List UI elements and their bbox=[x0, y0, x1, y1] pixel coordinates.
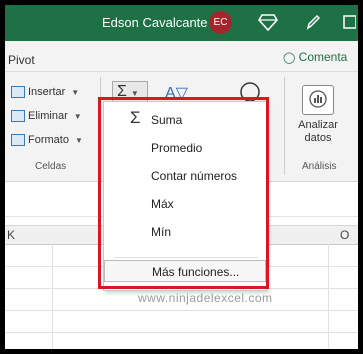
account-name[interactable]: Edson Cavalcante bbox=[102, 15, 208, 30]
comment-icon: ◯ bbox=[283, 52, 296, 64]
row-gridline bbox=[5, 332, 358, 333]
column-gridline bbox=[328, 244, 329, 349]
delete-cells-button[interactable]: Eliminar ▼ bbox=[11, 110, 82, 123]
menu-item-label: Más funciones... bbox=[152, 265, 240, 279]
tab-comments-label: Comenta bbox=[298, 50, 348, 64]
group-separator bbox=[100, 77, 101, 175]
delete-icon bbox=[11, 110, 25, 123]
chevron-down-icon: ▼ bbox=[74, 136, 83, 145]
menu-item-label: Contar números bbox=[151, 169, 238, 183]
delete-label: Eliminar bbox=[28, 110, 68, 122]
screenshot-frame: Edson Cavalcante EC Pivot ◯ Comenta Inse… bbox=[5, 5, 358, 349]
autosum-dropdown-menu: Σ Suma Promedio Contar números Máx Mín M… bbox=[103, 101, 267, 291]
format-icon bbox=[11, 134, 25, 147]
group-label-celdas: Celdas bbox=[35, 161, 67, 172]
analyze-data-icon bbox=[302, 85, 334, 115]
sigma-icon: Σ bbox=[130, 108, 141, 127]
analyze-data-label-line2: datos bbox=[304, 132, 332, 144]
column-header-k[interactable]: K bbox=[7, 228, 15, 242]
insert-icon bbox=[11, 86, 25, 99]
menu-item-label: Mín bbox=[151, 225, 172, 239]
menu-item-label: Suma bbox=[151, 113, 183, 127]
menu-item-mas-funciones[interactable]: Más funciones... bbox=[104, 260, 266, 282]
menu-item-contar-numeros[interactable]: Contar números bbox=[104, 165, 266, 187]
analyze-data-label-line1: Analizar bbox=[298, 119, 338, 131]
group-separator bbox=[284, 77, 285, 175]
tab-pivot[interactable]: Pivot bbox=[8, 53, 35, 67]
chevron-down-icon: ▼ bbox=[71, 88, 80, 97]
autosum-button[interactable]: Σ ▼ bbox=[112, 81, 148, 103]
title-bar: Edson Cavalcante EC bbox=[5, 5, 358, 41]
menu-item-min[interactable]: Mín bbox=[104, 221, 266, 243]
ribbon-divider bbox=[5, 71, 358, 72]
pen-icon[interactable] bbox=[305, 13, 321, 36]
sigma-icon: Σ bbox=[117, 83, 127, 100]
chevron-down-icon: ▼ bbox=[73, 112, 82, 121]
group-label-analisis: Análisis bbox=[302, 161, 337, 172]
menu-separator bbox=[114, 257, 258, 258]
tab-comments[interactable]: ◯ Comenta bbox=[283, 50, 347, 64]
column-header-o[interactable]: O bbox=[340, 228, 349, 242]
menu-item-max[interactable]: Máx bbox=[104, 193, 266, 215]
insert-label: Insertar bbox=[28, 86, 66, 98]
window-icon[interactable] bbox=[342, 13, 357, 36]
analyze-data-button[interactable]: Analizar datos bbox=[293, 85, 343, 145]
column-gridline bbox=[52, 244, 53, 349]
insert-cells-button[interactable]: Insertar ▼ bbox=[11, 86, 80, 99]
menu-item-suma[interactable]: Σ Suma bbox=[104, 108, 266, 131]
format-label: Formato bbox=[28, 134, 69, 146]
watermark: www.ninjadelexcel.com bbox=[138, 291, 273, 305]
avatar[interactable]: EC bbox=[209, 11, 232, 34]
menu-item-label: Promedio bbox=[151, 141, 203, 155]
format-cells-button[interactable]: Formato ▼ bbox=[11, 134, 83, 147]
diamond-icon[interactable] bbox=[258, 13, 278, 36]
menu-item-label: Máx bbox=[151, 197, 174, 211]
sort-filter-icon[interactable]: A▽ bbox=[165, 83, 188, 103]
menu-item-promedio[interactable]: Promedio bbox=[104, 137, 266, 159]
chevron-down-icon: ▼ bbox=[130, 89, 139, 98]
row-gridline bbox=[5, 310, 358, 311]
